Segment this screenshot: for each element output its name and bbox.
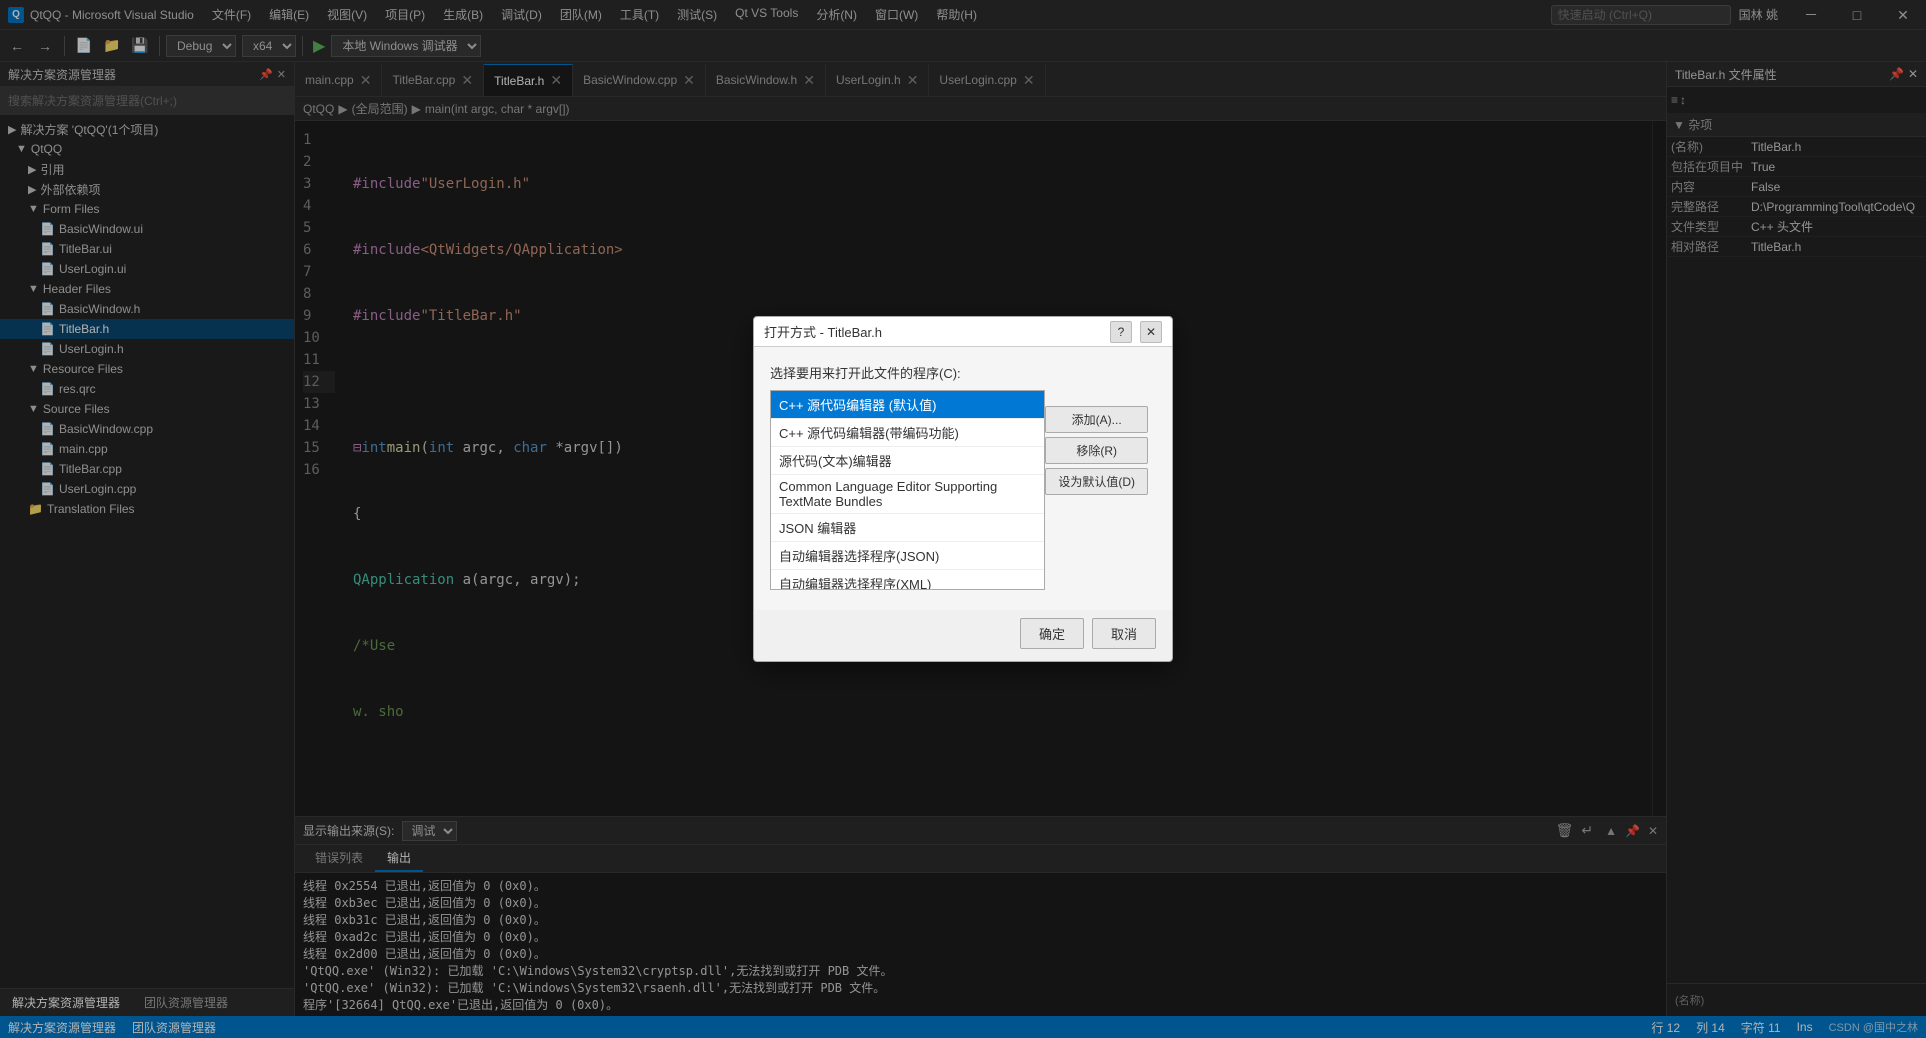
- list-item-auto-json[interactable]: 自动编辑器选择程序(JSON): [771, 542, 1044, 570]
- dialog-cancel-button[interactable]: 取消: [1092, 618, 1156, 649]
- dialog-help-button[interactable]: ?: [1110, 321, 1132, 343]
- remove-program-button[interactable]: 移除(R): [1045, 437, 1148, 464]
- set-default-button[interactable]: 设为默认值(D): [1045, 468, 1148, 495]
- dialog-label: 选择要用来打开此文件的程序(C):: [770, 363, 1156, 382]
- open-with-dialog: 打开方式 - TitleBar.h ? ✕ 选择要用来打开此文件的程序(C): …: [753, 316, 1173, 662]
- dialog-action-buttons: 确定 取消: [754, 610, 1172, 661]
- dialog-inner-layout: C++ 源代码编辑器 (默认值) C++ 源代码编辑器(带编码功能) 源代码(文…: [770, 390, 1156, 602]
- program-list[interactable]: C++ 源代码编辑器 (默认值) C++ 源代码编辑器(带编码功能) 源代码(文…: [770, 390, 1045, 590]
- list-item-auto-xml[interactable]: 自动编辑器选择程序(XML): [771, 570, 1044, 590]
- dialog-overlay: 打开方式 - TitleBar.h ? ✕ 选择要用来打开此文件的程序(C): …: [0, 0, 1926, 1038]
- list-item-common-language[interactable]: Common Language Editor Supporting TextMa…: [771, 475, 1044, 514]
- dialog-side-buttons: 添加(A)... 移除(R) 设为默认值(D): [1045, 390, 1156, 602]
- dialog-content: 选择要用来打开此文件的程序(C): C++ 源代码编辑器 (默认值) C++ 源…: [754, 347, 1172, 610]
- list-item-json[interactable]: JSON 编辑器: [771, 514, 1044, 542]
- list-item-source-text[interactable]: 源代码(文本)编辑器: [771, 447, 1044, 475]
- dialog-title: 打开方式 - TitleBar.h: [764, 322, 882, 341]
- add-program-button[interactable]: 添加(A)...: [1045, 406, 1148, 433]
- dialog-titlebar: 打开方式 - TitleBar.h ? ✕: [754, 317, 1172, 347]
- dialog-title-controls: ? ✕: [1110, 321, 1162, 343]
- dialog-close-button[interactable]: ✕: [1140, 321, 1162, 343]
- list-item-cpp-editor-enc[interactable]: C++ 源代码编辑器(带编码功能): [771, 419, 1044, 447]
- list-item-cpp-editor-default[interactable]: C++ 源代码编辑器 (默认值): [771, 391, 1044, 419]
- dialog-confirm-button[interactable]: 确定: [1020, 618, 1084, 649]
